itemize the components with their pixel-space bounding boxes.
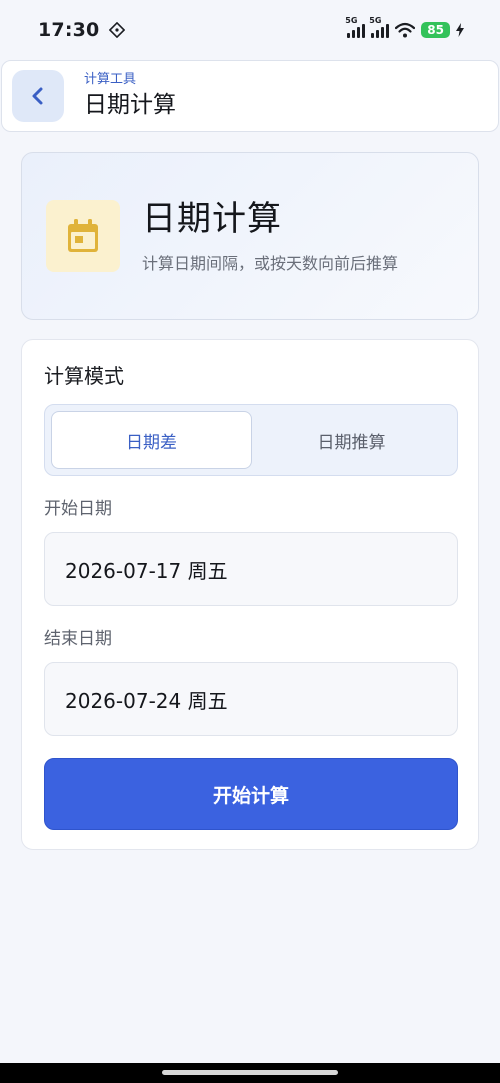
end-date-field[interactable]: 2026-07-24 周五 xyxy=(44,662,458,736)
system-nav-bar xyxy=(0,1063,500,1083)
mode-option-date-difference[interactable]: 日期差 xyxy=(51,411,252,469)
app-header: 计算工具 日期计算 xyxy=(1,60,499,132)
header-text: 计算工具 日期计算 xyxy=(84,72,176,120)
status-right: 5G 5G 85 xyxy=(345,16,464,38)
calculate-button[interactable]: 开始计算 xyxy=(44,758,458,830)
hero-text: 日期计算 计算日期间隔，或按天数向前后推算 xyxy=(142,198,398,274)
hero-title: 日期计算 xyxy=(142,199,282,239)
hero-card: 日期计算 计算日期间隔，或按天数向前后推算 xyxy=(21,152,479,320)
calendar-icon xyxy=(68,219,98,252)
mode-option-date-shift[interactable]: 日期推算 xyxy=(252,411,451,469)
calendar-icon-tile xyxy=(46,200,120,272)
signal-1-icon: 5G xyxy=(345,16,366,38)
signal-2-icon: 5G xyxy=(369,16,390,38)
status-time: 17:30 xyxy=(38,19,100,41)
end-date-label: 结束日期 xyxy=(44,629,112,649)
header-subtitle: 计算工具 xyxy=(84,72,137,87)
network-1-label: 5G xyxy=(345,16,358,25)
status-left: 17:30 xyxy=(38,19,126,41)
chevron-left-icon xyxy=(32,87,43,105)
home-indicator[interactable] xyxy=(162,1070,338,1075)
mode-section-title: 计算模式 xyxy=(44,364,124,388)
network-2-label: 5G xyxy=(369,16,382,25)
back-button[interactable] xyxy=(12,70,64,122)
status-bar: 17:30 5G 5G 85 xyxy=(0,0,500,60)
page-title: 日期计算 xyxy=(84,92,176,118)
calculator-card: 计算模式 日期差 日期推算 开始日期 2026-07-17 周五 结束日期 20… xyxy=(21,339,479,850)
start-date-field[interactable]: 2026-07-17 周五 xyxy=(44,532,458,606)
charging-bolt-icon xyxy=(456,23,464,37)
mode-segmented-control: 日期差 日期推算 xyxy=(44,404,458,476)
battery-indicator: 85 xyxy=(421,22,450,38)
start-date-label: 开始日期 xyxy=(44,499,112,519)
wifi-icon xyxy=(395,22,416,38)
nfc-icon xyxy=(109,22,126,38)
hero-description: 计算日期间隔，或按天数向前后推算 xyxy=(142,254,399,273)
